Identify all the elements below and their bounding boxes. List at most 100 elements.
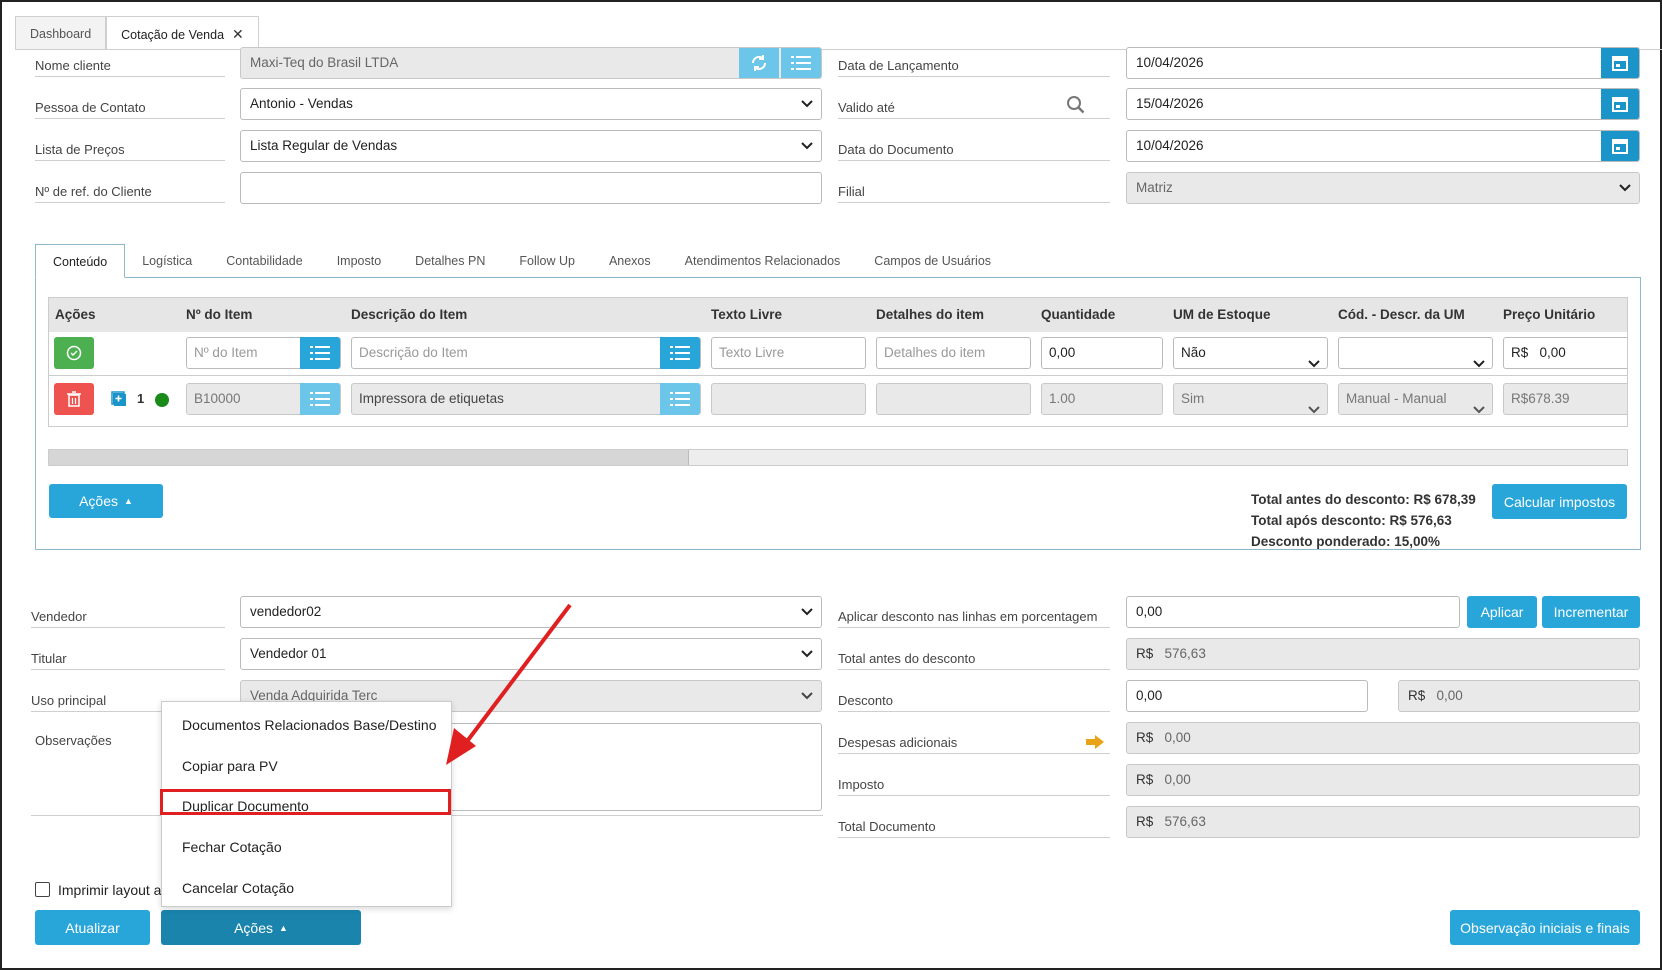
list-icon[interactable] <box>660 337 700 369</box>
description-field[interactable]: Impressora de etiquetas <box>351 383 701 415</box>
refresh-icon[interactable] <box>739 48 779 78</box>
valido-ate-value: 15/04/2026 <box>1136 96 1204 111</box>
tab-label: Dashboard <box>30 27 92 41</box>
chevron-down-icon <box>1619 173 1631 192</box>
horizontal-scrollbar[interactable] <box>48 449 1628 466</box>
tab-campos-usuarios[interactable]: Campos de Usuários <box>857 244 1008 278</box>
detalhes-field[interactable] <box>876 383 1031 415</box>
data-documento-value: 10/04/2026 <box>1136 138 1204 153</box>
col-cod-um: Cód. - Descr. da UM <box>1338 307 1465 322</box>
menu-item-documentos-relacionados[interactable]: Documentos Relacionados Base/Destino <box>182 717 436 733</box>
quantidade-field[interactable]: 1.00 <box>1041 383 1163 415</box>
items-grid: Ações Nº do Item Descrição do Item Texto… <box>48 297 1628 427</box>
tab-contabilidade[interactable]: Contabilidade <box>209 244 319 278</box>
nome-cliente-field[interactable]: Maxi-Teq do Brasil LTDA <box>240 47 822 79</box>
tab-anexos[interactable]: Anexos <box>592 244 668 278</box>
list-icon[interactable] <box>660 383 700 415</box>
row-divider <box>49 375 1627 376</box>
calendar-icon[interactable] <box>1601 89 1639 119</box>
desconto-percent-input[interactable]: 0,00 <box>1126 680 1368 712</box>
description-input[interactable]: Descrição do Item <box>351 337 701 369</box>
imposto-label: Imposto <box>838 777 1110 796</box>
caret-up-icon: ▲ <box>279 922 288 933</box>
um-estoque-value: Não <box>1181 345 1206 360</box>
grid-actions-button[interactable]: Ações ▲ <box>49 484 163 518</box>
filial-select[interactable]: Matriz <box>1126 172 1640 204</box>
quantidade-input[interactable]: 0,00 <box>1041 337 1163 369</box>
ref-cliente-input[interactable] <box>240 172 822 204</box>
line-number: 1 <box>137 391 145 406</box>
data-documento-input[interactable]: 10/04/2026 <box>1126 130 1640 162</box>
status-dot <box>155 393 169 407</box>
detalhes-input[interactable]: Detalhes do item <box>876 337 1031 369</box>
calendar-icon[interactable] <box>1601 48 1639 78</box>
close-icon[interactable]: ✕ <box>232 26 244 42</box>
tab-cotacao-venda[interactable]: Cotação de Venda ✕ <box>106 16 259 50</box>
despesas-text: Despesas adicionais <box>838 735 958 750</box>
menu-item-fechar-cotacao[interactable]: Fechar Cotação <box>182 839 282 855</box>
expand-icon[interactable] <box>111 391 127 410</box>
preco-unitario-field[interactable]: R$678.39 <box>1503 383 1627 415</box>
menu-item-cancelar-cotacao[interactable]: Cancelar Cotação <box>182 880 294 896</box>
calcular-impostos-button[interactable]: Calcular impostos <box>1492 484 1627 519</box>
pessoa-contato-label: Pessoa de Contato <box>35 100 225 119</box>
currency-label: R$ <box>1136 646 1154 661</box>
tab-atendimentos[interactable]: Atendimentos Relacionados <box>668 244 858 278</box>
preco-unitario-input[interactable]: R$ 0,00 <box>1503 337 1627 369</box>
tab-follow-up[interactable]: Follow Up <box>502 244 592 278</box>
desconto-amount-field[interactable]: R$ 0,00 <box>1398 680 1640 712</box>
texto-livre-input[interactable]: Texto Livre <box>711 337 866 369</box>
list-icon[interactable] <box>300 337 340 369</box>
atualizar-button[interactable]: Atualizar <box>35 910 150 945</box>
acoes-button[interactable]: Ações ▲ <box>161 910 361 945</box>
search-icon[interactable] <box>1066 95 1086 118</box>
lista-precos-select[interactable]: Lista Regular de Vendas <box>240 130 822 162</box>
tab-conteudo[interactable]: Conteúdo <box>35 244 126 278</box>
um-estoque-select[interactable]: Não <box>1173 337 1328 369</box>
pessoa-contato-select[interactable]: Antonio - Vendas <box>240 88 822 120</box>
scrollbar-thumb[interactable] <box>49 450 689 465</box>
um-estoque-field[interactable]: Sim <box>1173 383 1328 415</box>
menu-item-copiar-pv[interactable]: Copiar para PV <box>182 758 278 774</box>
pessoa-contato-value: Antonio - Vendas <box>250 96 353 111</box>
tab-dashboard[interactable]: Dashboard <box>15 16 107 50</box>
tab-imposto[interactable]: Imposto <box>320 244 398 278</box>
chevron-down-icon <box>1308 395 1320 414</box>
vendedor-value: vendedor02 <box>250 604 322 619</box>
tab-label: Cotação de Venda <box>121 28 225 42</box>
texto-livre-field[interactable] <box>711 383 866 415</box>
aplicar-desconto-input[interactable]: 0,00 <box>1126 596 1460 628</box>
arrow-right-icon[interactable] <box>1086 735 1104 752</box>
total-documento-field: R$ 576,63 <box>1126 806 1640 838</box>
calendar-icon[interactable] <box>1601 131 1639 161</box>
total-documento-value: 576,63 <box>1164 814 1206 829</box>
observacao-button[interactable]: Observação iniciais e finais <box>1450 910 1640 945</box>
tab-detalhes-pn[interactable]: Detalhes PN <box>398 244 502 278</box>
tab-logistica[interactable]: Logística <box>125 244 209 278</box>
vendedor-label: Vendedor <box>31 609 225 628</box>
incrementar-button[interactable]: Incrementar <box>1542 596 1640 628</box>
delete-row-button[interactable] <box>54 383 94 415</box>
col-acoes: Ações <box>55 307 96 322</box>
data-lancamento-input[interactable]: 10/04/2026 <box>1126 47 1640 79</box>
confirm-row-button[interactable] <box>54 337 94 369</box>
col-detalhes: Detalhes do item <box>876 307 985 322</box>
imprimir-label: Imprimir layout a <box>58 882 162 898</box>
aplicar-desconto-label: Aplicar desconto nas linhas em porcentag… <box>838 609 1110 628</box>
imprimir-checkbox[interactable] <box>35 882 50 897</box>
list-icon[interactable] <box>300 383 340 415</box>
list-icon[interactable] <box>781 48 821 78</box>
cod-um-select[interactable] <box>1338 337 1493 369</box>
total-antes-value: 576,63 <box>1164 646 1206 661</box>
col-texto-livre: Texto Livre <box>711 307 783 322</box>
button-label: Ações <box>79 493 118 509</box>
aplicar-button[interactable]: Aplicar <box>1467 596 1537 628</box>
cod-um-value: Manual - Manual <box>1346 391 1447 406</box>
total-antes-field: R$ 576,63 <box>1126 638 1640 670</box>
chevron-down-icon <box>801 639 813 658</box>
data-lancamento-label: Data de Lançamento <box>838 58 1110 77</box>
lista-precos-label: Lista de Preços <box>35 142 225 161</box>
valido-ate-input[interactable]: 15/04/2026 <box>1126 88 1640 120</box>
chevron-down-icon <box>1473 395 1485 414</box>
cod-um-field[interactable]: Manual - Manual <box>1338 383 1493 415</box>
